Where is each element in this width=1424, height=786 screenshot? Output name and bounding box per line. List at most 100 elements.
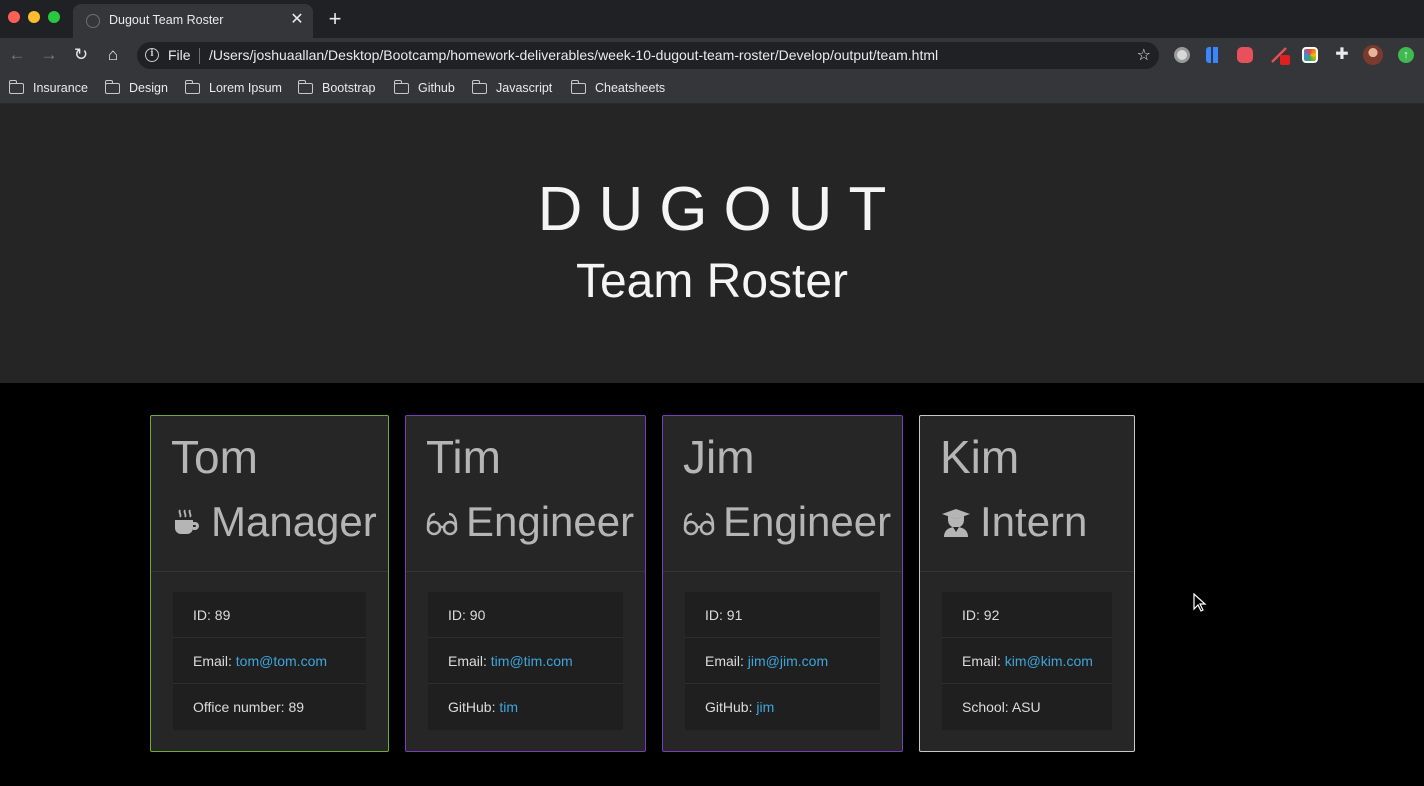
info-icon[interactable]: i (145, 48, 159, 62)
bookmark-javascript[interactable]: Javascript (471, 79, 553, 97)
bookmark-star-icon[interactable]: ☆ (1137, 45, 1151, 65)
bookmark-label: Cheatsheets (595, 81, 666, 95)
globe-icon (86, 14, 100, 28)
coffee-icon (175, 509, 199, 534)
home-icon[interactable]: ⌂ (102, 43, 124, 67)
team-card-intern: Kim Intern ID: 92 Email: kim@kim.com Sch… (919, 415, 1135, 752)
member-github: GitHub: tim (428, 684, 623, 730)
bookmark-bootstrap[interactable]: Bootstrap (297, 79, 376, 97)
bookmark-label: Bootstrap (322, 81, 376, 95)
member-github: GitHub: jim (685, 684, 880, 730)
card-header: Tom Manager (151, 416, 388, 572)
member-name: Tim (426, 431, 501, 483)
bookmark-design[interactable]: Design (104, 79, 168, 97)
school-value: ASU (1011, 699, 1041, 715)
member-id: ID: 89 (173, 592, 366, 638)
card-header: Jim Engineer (663, 416, 902, 572)
tab-title: Dugout Team Roster (109, 13, 224, 27)
member-email: Email: tim@tim.com (428, 638, 623, 684)
member-name: Tom (171, 431, 258, 483)
bookmark-insurance[interactable]: Insurance (8, 79, 88, 97)
extension-record-icon[interactable] (1174, 47, 1190, 63)
email-link[interactable]: tom@tom.com (236, 653, 327, 669)
team-card-manager: Tom Manager ID: 89 Email: tom@tom.com Of… (150, 415, 389, 752)
url-text[interactable]: /Users/joshuaallan/Desktop/Bootcamp/home… (209, 47, 938, 63)
id-label: ID: (448, 607, 470, 623)
folder-icon (104, 79, 120, 94)
id-value: 91 (726, 607, 743, 623)
id-label: ID: (193, 607, 215, 623)
member-role: Engineer (683, 496, 891, 548)
brand-title: DUGOUT (537, 175, 903, 244)
glasses-icon (426, 512, 458, 536)
scheme-label: File (168, 47, 191, 63)
id-label: ID: (962, 607, 984, 623)
minimize-window-button[interactable] (28, 11, 40, 23)
extension-badge-icon (1280, 55, 1290, 65)
email-link[interactable]: kim@kim.com (1005, 653, 1093, 669)
extension-chart-icon[interactable] (1206, 47, 1222, 63)
mouse-pointer-icon (1193, 593, 1207, 612)
close-tab-icon[interactable]: ✕ (289, 10, 305, 30)
back-arrow-icon[interactable]: ← (6, 43, 28, 67)
role-label: Engineer (723, 498, 892, 545)
extensions-puzzle-icon[interactable]: ✚ (1334, 47, 1350, 63)
team-card-engineer: Jim Engineer ID: 91 Email: jim@jim.com G… (662, 415, 903, 752)
member-email: Email: kim@kim.com (942, 638, 1112, 684)
folder-icon (393, 79, 409, 94)
folder-icon (8, 79, 24, 94)
tab-dugout-team-roster[interactable]: Dugout Team Roster ✕ (73, 4, 313, 38)
member-id: ID: 91 (685, 592, 880, 638)
forward-arrow-icon[interactable]: → (38, 43, 60, 67)
email-label: Email: (193, 653, 236, 669)
member-details: ID: 90 Email: tim@tim.com GitHub: tim (428, 592, 623, 730)
folder-icon (471, 79, 487, 94)
role-label: Manager (211, 498, 377, 545)
email-label: Email: (705, 653, 748, 669)
bookmark-lorem-ipsum[interactable]: Lorem Ipsum (184, 79, 282, 97)
member-details: ID: 89 Email: tom@tom.com Office number:… (173, 592, 366, 730)
role-label: Intern (980, 498, 1088, 545)
bookmark-label: Lorem Ipsum (209, 81, 282, 95)
profile-avatar[interactable] (1363, 45, 1383, 65)
reload-icon[interactable]: ↻ (70, 43, 92, 67)
graduate-icon (942, 509, 970, 537)
page-header: DUGOUT Team Roster (0, 104, 1424, 383)
address-bar[interactable]: i File /Users/joshuaallan/Desktop/Bootca… (137, 42, 1159, 69)
member-email: Email: jim@jim.com (685, 638, 880, 684)
member-name: Kim (940, 431, 1020, 483)
id-value: 92 (983, 607, 1000, 623)
page-subtitle: Team Roster (575, 255, 849, 308)
new-tab-button[interactable]: + (324, 7, 346, 31)
extension-video-icon[interactable] (1237, 47, 1253, 63)
bookmark-cheatsheets[interactable]: Cheatsheets (570, 79, 666, 97)
github-link[interactable]: tim (499, 699, 518, 715)
update-arrow-icon[interactable]: ↑ (1398, 47, 1414, 63)
member-email: Email: tom@tom.com (173, 638, 366, 684)
address-divider (199, 48, 200, 64)
email-link[interactable]: tim@tim.com (491, 653, 573, 669)
bookmark-label: Javascript (496, 81, 553, 95)
card-header: Kim Intern (920, 416, 1134, 572)
bookmark-label: Github (418, 81, 455, 95)
bookmarks-bar: Insurance Design Lorem Ipsum Bootstrap G… (0, 72, 1424, 104)
id-value: 89 (214, 607, 231, 623)
office-value: 89 (288, 699, 305, 715)
close-window-button[interactable] (8, 11, 20, 23)
bookmark-github[interactable]: Github (393, 79, 455, 97)
member-office-number: Office number: 89 (173, 684, 366, 730)
team-card-engineer: Tim Engineer ID: 90 Email: tim@tim.com G… (405, 415, 646, 752)
github-link[interactable]: jim (756, 699, 774, 715)
maximize-window-button[interactable] (48, 11, 60, 23)
role-label: Engineer (466, 498, 635, 545)
card-header: Tim Engineer (406, 416, 645, 572)
member-role: Engineer (426, 496, 634, 548)
member-name: Jim (683, 431, 755, 483)
id-value: 90 (469, 607, 486, 623)
browser-toolbar: ← → ↻ ⌂ i File /Users/joshuaallan/Deskto… (0, 38, 1424, 72)
bookmark-label: Insurance (33, 81, 88, 95)
email-link[interactable]: jim@jim.com (748, 653, 828, 669)
email-label: Email: (962, 653, 1005, 669)
member-details: ID: 92 Email: kim@kim.com School: ASU (942, 592, 1112, 730)
extension-color-icon[interactable] (1302, 47, 1318, 63)
